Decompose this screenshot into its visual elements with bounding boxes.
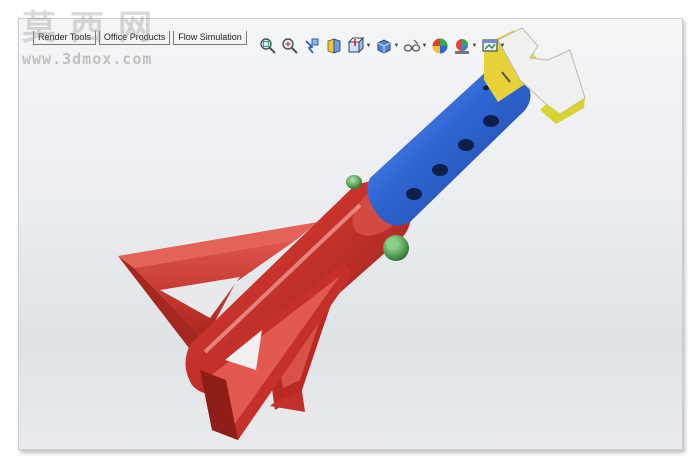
apply-scene-icon	[454, 39, 469, 54]
chevron-down-icon: ▼	[471, 43, 478, 49]
edit-appearance-icon	[432, 38, 448, 54]
tab-flow-simulation[interactable]: Flow Simulation	[173, 31, 247, 45]
section-view-button[interactable]	[323, 35, 345, 57]
section-view-icon	[327, 38, 341, 54]
display-style-button[interactable]: ▼	[373, 35, 401, 57]
chevron-down-icon: ▼	[393, 43, 400, 49]
edit-appearance-button[interactable]	[429, 35, 451, 57]
zoom-to-area-button[interactable]	[279, 35, 301, 57]
display-style-icon	[377, 39, 391, 54]
view-settings-icon	[481, 39, 498, 52]
view-orientation-icon	[347, 37, 364, 54]
tab-render-tools[interactable]: Render Tools	[33, 31, 96, 45]
apply-scene-button[interactable]: ▼	[451, 35, 479, 57]
zoom-to-fit-button[interactable]	[257, 35, 279, 57]
zoom-to-area-icon	[282, 38, 298, 54]
jack-stand-model[interactable]	[0, 0, 700, 465]
heads-up-view-toolbar: ▼ ▼ ▼ ▼ ▼	[257, 34, 507, 58]
chevron-down-icon: ▼	[499, 43, 506, 49]
tab-office-products[interactable]: Office Products	[98, 31, 171, 45]
command-manager-tabs: Render Tools Office Products Flow Simula…	[33, 31, 247, 45]
hide-show-items-icon	[403, 39, 420, 52]
hide-show-items-button[interactable]: ▼	[401, 35, 429, 57]
chevron-down-icon: ▼	[365, 43, 372, 49]
zoom-to-fit-icon	[260, 38, 276, 54]
view-orientation-button[interactable]: ▼	[345, 35, 373, 57]
app-window: Render Tools Office Products Flow Simula…	[0, 0, 700, 465]
previous-view-icon	[305, 38, 319, 54]
chevron-down-icon: ▼	[421, 43, 428, 49]
previous-view-button[interactable]	[301, 35, 323, 57]
view-settings-button[interactable]: ▼	[479, 35, 507, 57]
